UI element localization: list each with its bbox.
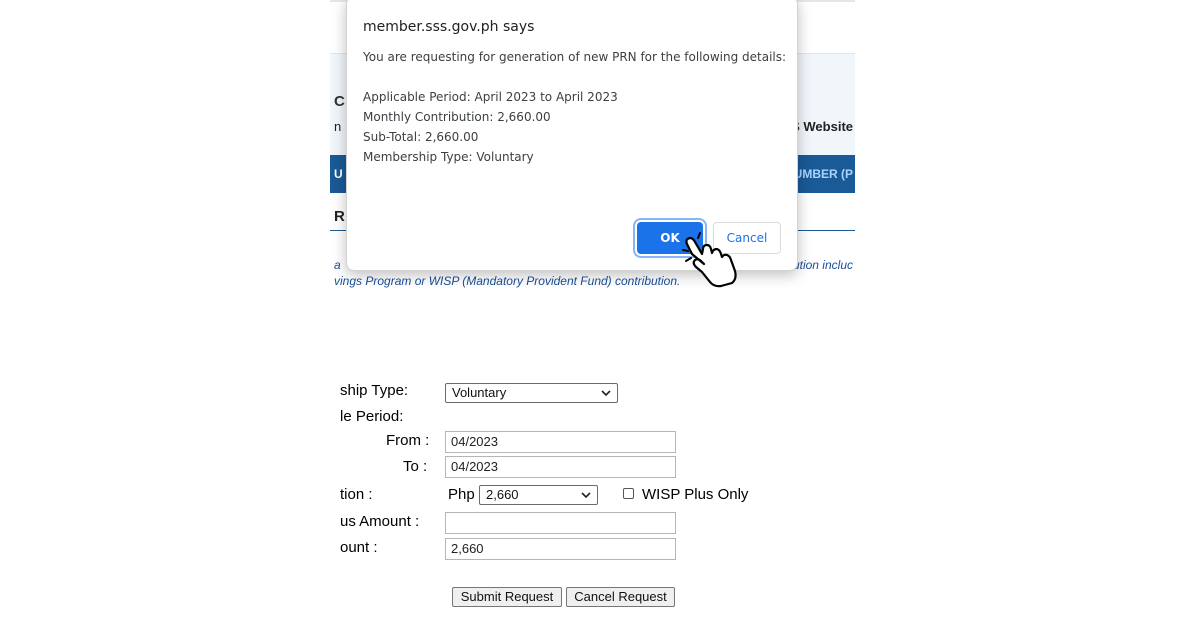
- dialog-title: member.sss.gov.ph says: [363, 19, 535, 35]
- contribution-label: tion :: [340, 486, 373, 503]
- contribution-amount-value: 2,660: [486, 487, 519, 502]
- contribution-amount-select[interactable]: 2,660: [479, 485, 598, 505]
- total-amount-input[interactable]: 2,660: [445, 538, 676, 560]
- header-subtitle-fragment: n: [334, 119, 342, 134]
- from-label: From :: [386, 432, 430, 449]
- nav-item-left[interactable]: U: [334, 167, 343, 181]
- to-period-input[interactable]: 04/2023: [445, 456, 676, 478]
- chevron-down-icon: [601, 390, 611, 397]
- membership-type-select[interactable]: Voluntary: [445, 383, 618, 403]
- dialog-detail-membership: Membership Type: Voluntary: [363, 150, 534, 164]
- plus-amount-input[interactable]: [445, 512, 676, 534]
- submit-request-button[interactable]: Submit Request: [452, 587, 562, 607]
- total-amount-label: ount :: [340, 539, 378, 556]
- plus-amount-label: us Amount :: [340, 513, 420, 530]
- note-line-1-right: ution incluc: [792, 258, 853, 272]
- cancel-request-button[interactable]: Cancel Request: [566, 587, 675, 607]
- currency-label: Php: [448, 486, 475, 503]
- membership-type-label: ship Type:: [340, 382, 409, 399]
- dialog-detail-subtotal: Sub-Total: 2,660.00: [363, 130, 479, 144]
- hand-pointer-icon: [682, 232, 737, 288]
- nav-item-prn[interactable]: UMBER (P: [794, 167, 853, 181]
- from-period-input[interactable]: 04/2023: [445, 431, 676, 453]
- dialog-message: You are requesting for generation of new…: [363, 50, 787, 64]
- to-label: To :: [403, 458, 428, 475]
- section-heading: R: [334, 208, 345, 225]
- dialog-detail-contribution: Monthly Contribution: 2,660.00: [363, 110, 551, 124]
- chevron-down-icon: [581, 492, 591, 499]
- membership-type-value: Voluntary: [452, 385, 507, 400]
- wisp-plus-label: WISP Plus Only: [642, 486, 749, 503]
- note-line-1: a: [334, 258, 341, 272]
- confirm-dialog: member.sss.gov.ph says You are requestin…: [346, 0, 798, 271]
- header-title-fragment: C: [334, 93, 345, 110]
- wisp-plus-checkbox[interactable]: [623, 488, 634, 499]
- note-line-2: vings Program or WISP (Mandatory Provide…: [334, 274, 681, 288]
- applicable-period-label: le Period:: [340, 408, 404, 425]
- dialog-detail-period: Applicable Period: April 2023 to April 2…: [363, 90, 618, 104]
- sss-website-link[interactable]: S Website: [791, 119, 853, 134]
